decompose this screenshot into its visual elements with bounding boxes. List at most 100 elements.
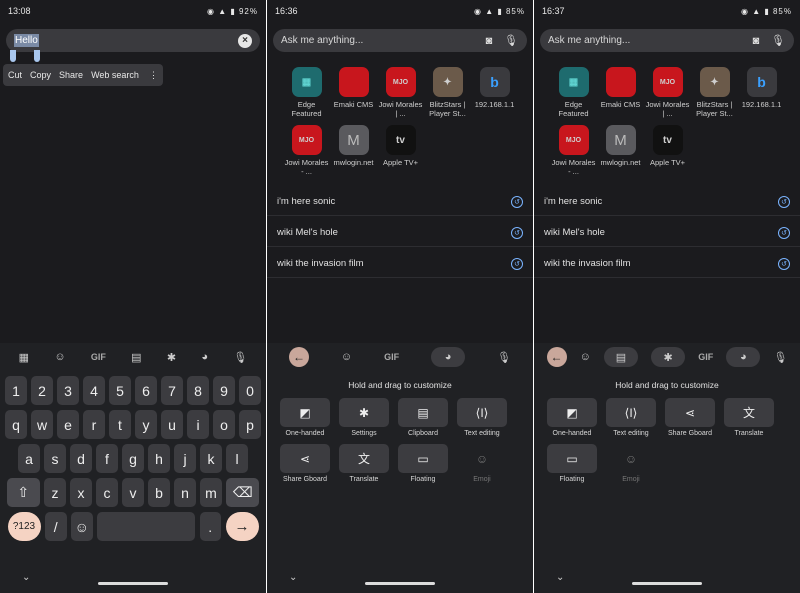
gif-button[interactable]: GIF — [384, 352, 399, 362]
tile-apple-tv[interactable]: tv Apple TV+ — [644, 125, 691, 183]
search-bar[interactable]: Ask me anything... ◙ 🎙 — [540, 29, 794, 52]
clipboard-icon[interactable]: ▤ — [604, 347, 638, 367]
key[interactable]: 6 — [135, 376, 157, 405]
key[interactable]: s — [44, 444, 66, 473]
space-key[interactable] — [97, 512, 195, 541]
camera-icon[interactable]: ◙ — [481, 33, 497, 49]
menu-web-search[interactable]: Web search — [91, 70, 139, 80]
gif-button[interactable]: GIF — [698, 352, 713, 362]
key[interactable]: 9 — [213, 376, 235, 405]
backspace-icon[interactable]: ⌫ — [226, 478, 260, 507]
tile-edge-featured[interactable]: ▦ Edge Featured — [283, 67, 330, 125]
key[interactable]: h — [148, 444, 170, 473]
key[interactable]: m — [200, 478, 222, 507]
tool-one-handed[interactable]: ◩ One-handed — [546, 398, 598, 437]
key[interactable]: 2 — [31, 376, 53, 405]
key[interactable]: 5 — [109, 376, 131, 405]
tile-jowi-morales-2[interactable]: MJO Jowi Morales - ... — [283, 125, 330, 183]
gif-button[interactable]: GIF — [91, 352, 106, 362]
key[interactable]: q — [5, 410, 27, 439]
tool-one-handed[interactable]: ◩ One-handed — [279, 398, 331, 437]
tool-share-gboard[interactable]: ⋖ Share Gboard — [279, 444, 331, 483]
key[interactable]: u — [161, 410, 183, 439]
key[interactable]: 8 — [187, 376, 209, 405]
settings-icon[interactable]: ✱ — [167, 351, 176, 364]
home-pill[interactable] — [365, 582, 435, 585]
period-key[interactable]: . — [199, 512, 221, 541]
key[interactable]: j — [174, 444, 196, 473]
enter-arrow-icon[interactable]: → — [225, 512, 259, 541]
suggestion-item[interactable]: i'm here sonic ↺ — [267, 188, 533, 216]
key[interactable]: f — [96, 444, 118, 473]
suggestion-item[interactable]: wiki Mel's hole ↺ — [267, 219, 533, 247]
settings-icon[interactable]: ✱ — [651, 347, 686, 367]
key[interactable]: a — [18, 444, 40, 473]
tool-settings[interactable]: ✱ Settings — [338, 398, 390, 437]
key[interactable]: 1 — [5, 376, 27, 405]
key[interactable]: 0 — [239, 376, 261, 405]
home-pill[interactable] — [98, 582, 168, 585]
mic-icon[interactable]: 🎙 — [497, 351, 511, 364]
mic-icon[interactable]: 🎙 — [770, 33, 786, 49]
menu-cut[interactable]: Cut — [8, 70, 22, 80]
home-pill[interactable] — [632, 582, 702, 585]
key[interactable]: r — [83, 410, 105, 439]
more-vert-icon[interactable]: ⋮ — [149, 70, 158, 81]
key[interactable]: y — [135, 410, 157, 439]
search-bar[interactable]: Hello × — [6, 29, 260, 52]
suggestion-item[interactable]: wiki the invasion film ↺ — [267, 250, 533, 278]
tile-192-168-1-1[interactable]: b 192.168.1.1 — [471, 67, 518, 125]
tool-translate[interactable]: 文 Translate — [723, 398, 775, 437]
tool-text-editing[interactable]: ⟨I⟩ Text editing — [605, 398, 657, 437]
suggestion-item[interactable]: wiki Mel's hole ↺ — [534, 219, 800, 247]
apps-grid-icon[interactable]: ▦ — [19, 351, 29, 364]
key[interactable]: 7 — [161, 376, 183, 405]
menu-copy[interactable]: Copy — [30, 70, 51, 80]
key[interactable]: l — [226, 444, 248, 473]
tool-text-editing[interactable]: ⟨I⟩ Text editing — [456, 398, 508, 437]
key[interactable]: t — [109, 410, 131, 439]
search-input[interactable]: Hello — [14, 34, 39, 47]
tool-floating[interactable]: ▭ Floating — [397, 444, 449, 483]
key[interactable]: b — [148, 478, 170, 507]
tile-jowi-morales[interactable]: MJO Jowi Morales | ... — [644, 67, 691, 125]
key[interactable]: k — [200, 444, 222, 473]
tile-apple-tv[interactable]: tv Apple TV+ — [377, 125, 424, 183]
mic-icon[interactable]: 🎙 — [233, 351, 247, 364]
tool-translate[interactable]: 文 Translate — [338, 444, 390, 483]
suggestion-item[interactable]: wiki the invasion film ↺ — [534, 250, 800, 278]
tile-jowi-morales-2[interactable]: MJO Jowi Morales - ... — [550, 125, 597, 183]
key[interactable]: v — [122, 478, 144, 507]
key[interactable]: g — [122, 444, 144, 473]
tool-clipboard[interactable]: ▤ Clipboard — [397, 398, 449, 437]
selection-handle-right[interactable] — [34, 50, 40, 62]
back-arrow-icon[interactable]: ← — [546, 347, 567, 367]
symbols-key[interactable]: ?123 — [7, 512, 41, 541]
key[interactable]: o — [213, 410, 235, 439]
tile-mwlogin[interactable]: Mmwlogin.net — [597, 125, 644, 183]
sticker-icon[interactable]: ☺ — [341, 351, 352, 363]
palette-icon[interactable]: ◕ — [201, 351, 208, 363]
key[interactable]: c — [96, 478, 118, 507]
key[interactable]: w — [31, 410, 53, 439]
key[interactable]: d — [70, 444, 92, 473]
tile-mwlogin[interactable]: Mmwlogin.net — [330, 125, 377, 183]
search-input[interactable]: Ask me anything... — [548, 35, 742, 46]
key[interactable]: z — [44, 478, 66, 507]
tool-floating[interactable]: ▭ Floating — [546, 444, 598, 483]
key[interactable]: e — [57, 410, 79, 439]
tile-192-168-1-1[interactable]: b 192.168.1.1 — [738, 67, 785, 125]
tile-emaki-cms[interactable]: Emaki CMS — [597, 67, 644, 125]
tile-blitzstars[interactable]: ✦ BlitzStars | Player St... — [691, 67, 738, 125]
tile-blitzstars[interactable]: ✦ BlitzStars | Player St... — [424, 67, 471, 125]
sticker-icon[interactable]: ☺ — [54, 351, 65, 363]
emoji-icon[interactable]: ☺ — [71, 512, 93, 541]
mic-icon[interactable]: 🎙 — [773, 351, 787, 364]
key[interactable]: 3 — [57, 376, 79, 405]
back-arrow-icon[interactable]: ← — [288, 347, 309, 367]
clipboard-icon[interactable]: ▤ — [131, 351, 141, 364]
tile-jowi-morales[interactable]: MJO Jowi Morales | ... — [377, 67, 424, 125]
tool-share-gboard[interactable]: ⋖ Share Gboard — [664, 398, 716, 437]
selection-handle-left[interactable] — [10, 50, 16, 62]
search-bar[interactable]: Ask me anything... ◙ 🎙 — [273, 29, 527, 52]
